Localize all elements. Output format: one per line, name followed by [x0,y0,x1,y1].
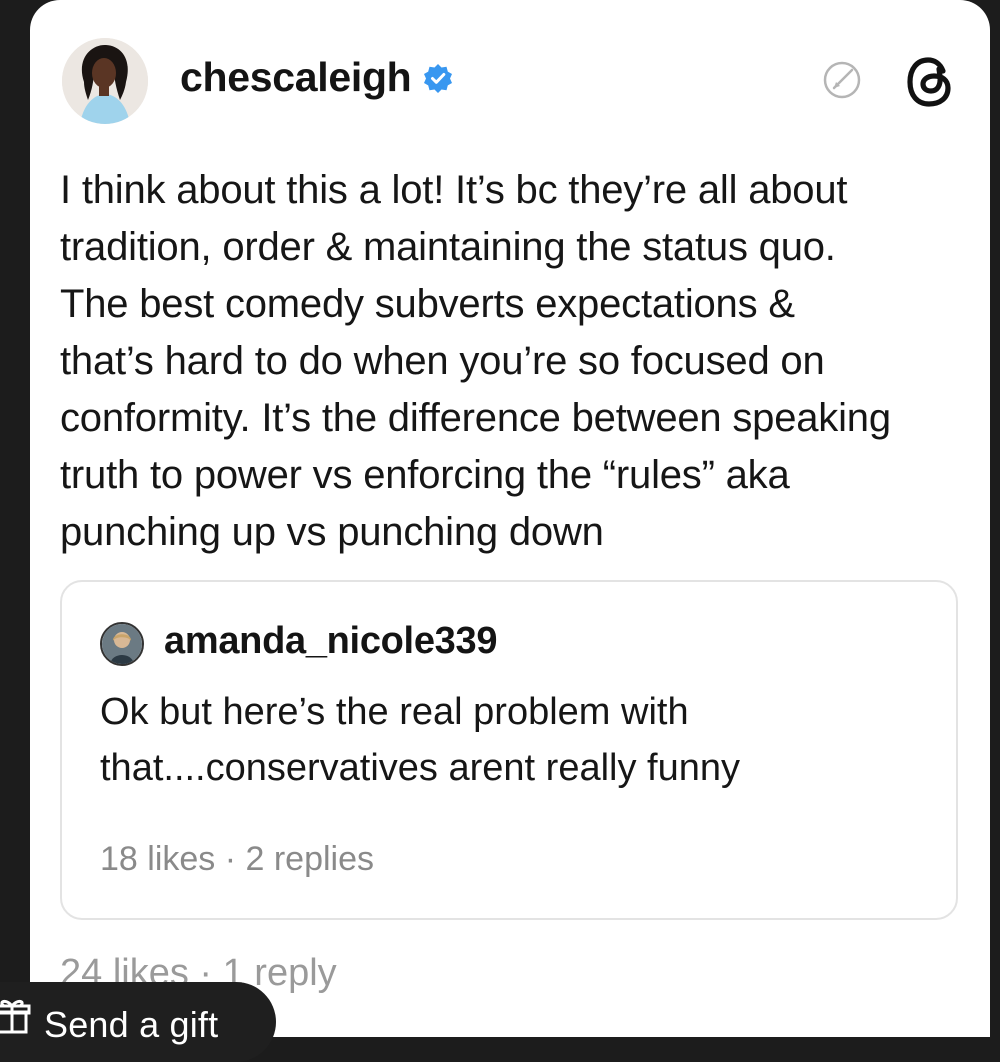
quoted-post-text: Ok but here’s the real problem with that… [100,691,740,789]
quoted-post[interactable]: amanda_nicole339 Ok but here’s the real … [60,580,958,920]
verified-badge-icon [424,63,453,93]
gift-icon [0,999,31,1034]
send-gift-label: Send a gift [44,1004,219,1045]
threads-post-card: chescaleigh I think about this a lot! It… [30,0,990,1037]
quoted-post-stats[interactable]: 18 likes · 2 replies [100,840,374,879]
author-username[interactable]: chescaleigh [180,54,412,101]
author-row: chescaleigh [180,54,453,101]
quoted-author-username[interactable]: amanda_nicole339 [164,620,497,663]
quoted-author-avatar[interactable] [100,622,144,666]
post-body-text: I think about this a lot! It’s bc they’r… [60,168,891,554]
author-avatar[interactable] [62,38,148,124]
send-gift-button[interactable]: Send a gift [0,982,276,1062]
edit-icon[interactable] [820,58,864,102]
threads-logo-icon[interactable] [904,54,960,110]
